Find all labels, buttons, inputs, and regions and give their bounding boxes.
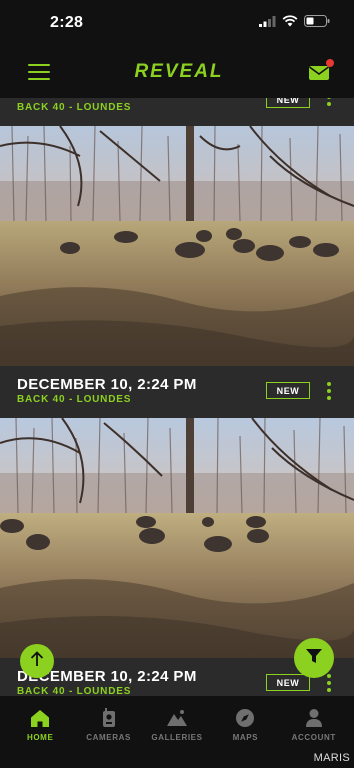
nav-maps[interactable]: MAPS <box>213 708 277 768</box>
status-icons <box>259 14 330 32</box>
more-options-icon[interactable] <box>326 674 332 692</box>
arrow-up-icon <box>30 650 44 672</box>
more-options-icon[interactable] <box>326 98 332 106</box>
card-caption[interactable]: DECEMBER 10, 2:24 PM BACK 40 - LOUNDES N… <box>0 366 354 418</box>
signal-icon <box>259 14 276 32</box>
battery-icon <box>304 14 330 32</box>
camera-name: BACK 40 - LOUNDES <box>17 102 132 113</box>
scroll-to-top-button[interactable] <box>20 644 54 678</box>
nav-home[interactable]: HOME <box>8 708 72 768</box>
card-caption[interactable]: BACK 40 - LOUNDES NEW <box>0 98 354 124</box>
nav-cameras[interactable]: CAMERAS <box>77 708 141 768</box>
new-badge: NEW <box>266 382 310 399</box>
app-header: REVEAL <box>0 46 354 98</box>
nav-label: HOME <box>26 733 54 742</box>
trail-camera-photo[interactable] <box>0 418 354 658</box>
notification-dot <box>325 59 334 67</box>
menu-icon[interactable] <box>28 64 50 80</box>
brand-logo: REVEAL <box>134 61 224 82</box>
new-badge: NEW <box>266 674 310 691</box>
user-icon <box>303 708 325 728</box>
camera-name: BACK 40 - LOUNDES <box>17 686 132 696</box>
gallery-icon <box>166 708 188 728</box>
camera-icon <box>98 708 120 728</box>
new-badge: NEW <box>266 98 310 108</box>
nav-label: GALLERIES <box>151 733 203 742</box>
compass-icon <box>234 708 256 728</box>
wifi-icon <box>282 14 298 32</box>
home-icon <box>29 708 51 728</box>
filter-button[interactable] <box>294 638 334 678</box>
nav-label: ACCOUNT <box>291 733 336 742</box>
trail-camera-photo[interactable] <box>0 126 354 366</box>
status-bar: 2:28 <box>0 0 354 46</box>
watermark: MARIS <box>313 752 350 764</box>
nav-label: CAMERAS <box>86 733 131 742</box>
capture-date: DECEMBER 10, 2:24 PM <box>17 376 197 393</box>
bottom-nav: HOME CAMERAS GALLERIES MAPS ACCOUNT <box>0 696 354 768</box>
inbox-button[interactable] <box>308 59 334 81</box>
photo-feed[interactable]: BACK 40 - LOUNDES NEW DECEMBER 10, 2:24 … <box>0 98 354 696</box>
nav-galleries[interactable]: GALLERIES <box>145 708 209 768</box>
filter-icon <box>305 647 323 670</box>
nav-label: MAPS <box>232 733 259 742</box>
status-time: 2:28 <box>50 14 84 31</box>
camera-name: BACK 40 - LOUNDES <box>17 394 132 405</box>
more-options-icon[interactable] <box>326 382 332 400</box>
mail-icon <box>308 66 330 85</box>
